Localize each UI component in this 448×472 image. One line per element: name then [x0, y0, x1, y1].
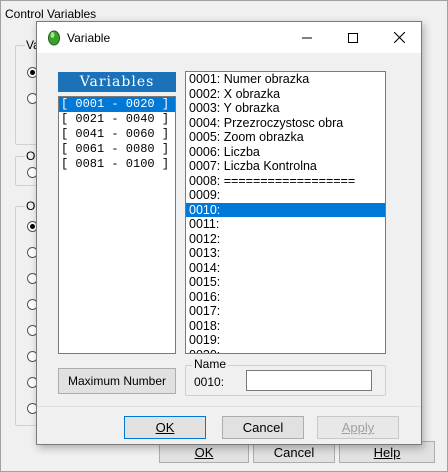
maximize-button[interactable]	[330, 22, 376, 53]
name-groupbox: Name 0010:	[185, 357, 386, 396]
range-list-item[interactable]: [ 0041 - 0060 ]	[59, 127, 175, 142]
variable-list-item[interactable]: 0019:	[186, 333, 385, 348]
variable-list-item[interactable]: 0004: Przezroczystosc obra	[186, 116, 385, 131]
range-list-item[interactable]: [ 0021 - 0040 ]	[59, 112, 175, 127]
variable-list-item[interactable]: 0012:	[186, 232, 385, 247]
variable-list-item[interactable]: 0013:	[186, 246, 385, 261]
variable-list-item[interactable]: 0002: X obrazka	[186, 87, 385, 102]
range-list-item[interactable]: [ 0081 - 0100 ]	[59, 157, 175, 172]
cancel-button[interactable]: Cancel	[222, 416, 304, 439]
variable-list-item[interactable]: 0006: Liczba	[186, 145, 385, 160]
variable-list-item[interactable]: 0008: ==================	[186, 174, 385, 189]
range-list-item[interactable]: [ 0001 - 0020 ]	[59, 97, 175, 112]
maximize-icon	[348, 32, 358, 43]
name-input[interactable]	[246, 370, 372, 391]
close-icon	[393, 32, 405, 43]
name-group-label: Name	[192, 357, 229, 371]
minimize-button[interactable]	[284, 22, 330, 53]
variable-list-item[interactable]: 0014:	[186, 261, 385, 276]
variable-list-item[interactable]: 0020:	[186, 348, 385, 354]
name-var-id: 0010:	[194, 375, 225, 389]
variable-list-item[interactable]: 0017:	[186, 304, 385, 319]
parent-window-title: Control Variables	[5, 7, 97, 21]
variable-list-item[interactable]: 0001: Numer obrazka	[186, 72, 385, 87]
minimize-icon	[302, 37, 312, 38]
maximum-number-button[interactable]: Maximum Number	[58, 368, 176, 394]
range-listbox[interactable]: [ 0001 - 0020 ][ 0021 - 0040 ][ 0041 - 0…	[58, 96, 176, 354]
variable-list-item[interactable]: 0003: Y obrazka	[186, 101, 385, 116]
parent-group-label: O	[25, 199, 37, 213]
green-gem-icon	[47, 30, 61, 46]
close-button[interactable]	[376, 22, 422, 53]
variable-list-item[interactable]: 0007: Liczba Kontrolna	[186, 159, 385, 174]
ok-button[interactable]: OK	[124, 416, 206, 439]
variable-list-item[interactable]: 0018:	[186, 319, 385, 334]
variable-list-item[interactable]: 0015:	[186, 275, 385, 290]
variables-header: Variables	[58, 72, 176, 92]
variable-list-item[interactable]: 0009:	[186, 188, 385, 203]
variable-list-item[interactable]: 0011:	[186, 217, 385, 232]
range-list-item[interactable]: [ 0061 - 0080 ]	[59, 142, 175, 157]
apply-button[interactable]: Apply	[317, 416, 399, 439]
variable-list-item[interactable]: 0005: Zoom obrazka	[186, 130, 385, 145]
dialog-titlebar[interactable]: Variable	[37, 22, 421, 53]
variable-list-item[interactable]: 0016:	[186, 290, 385, 305]
dialog-footer: OK Cancel Apply	[37, 406, 421, 444]
variable-list-item[interactable]: 0010:	[186, 202, 385, 217]
variable-dialog: Variable Variables [ 0001 - 0020 ][ 0021…	[36, 21, 422, 445]
dialog-title: Variable	[67, 31, 111, 45]
parent-group-label: O	[25, 149, 37, 163]
variable-listbox[interactable]: 0001: Numer obrazka 0002: X obrazka 0003: …	[185, 71, 386, 354]
